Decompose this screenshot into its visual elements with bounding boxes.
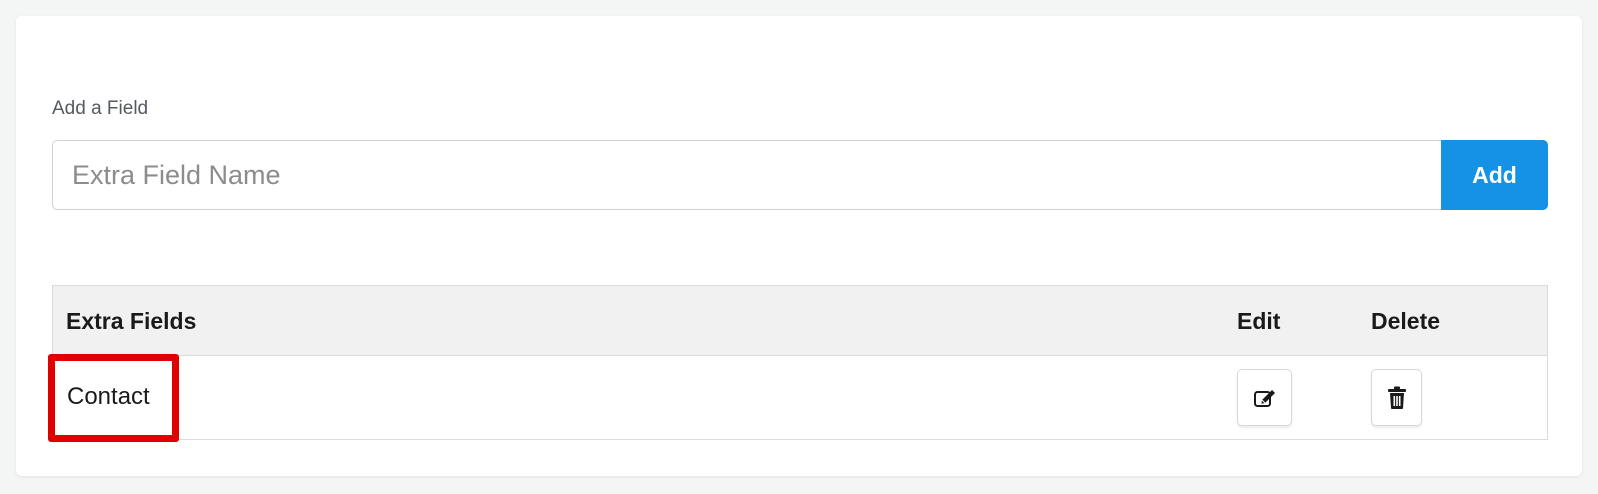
- edit-pencil-square-icon: [1253, 389, 1275, 407]
- column-header-extra-fields: Extra Fields: [66, 308, 197, 334]
- add-field-label: Add a Field: [52, 98, 149, 119]
- extra-fields-table: Extra Fields Edit Delete Contact: [52, 285, 1548, 440]
- add-field-group: Add: [52, 140, 1548, 210]
- field-name-cell: Contact: [67, 383, 150, 410]
- delete-button[interactable]: [1371, 369, 1422, 426]
- trash-icon: [1387, 386, 1406, 409]
- add-button[interactable]: Add: [1441, 140, 1548, 210]
- extra-field-name-input[interactable]: [52, 140, 1441, 210]
- table-row: Contact: [53, 356, 1547, 439]
- edit-button[interactable]: [1237, 369, 1292, 426]
- table-header: Extra Fields Edit Delete: [53, 286, 1547, 356]
- column-header-edit: Edit: [1237, 308, 1281, 334]
- column-header-delete: Delete: [1371, 308, 1441, 334]
